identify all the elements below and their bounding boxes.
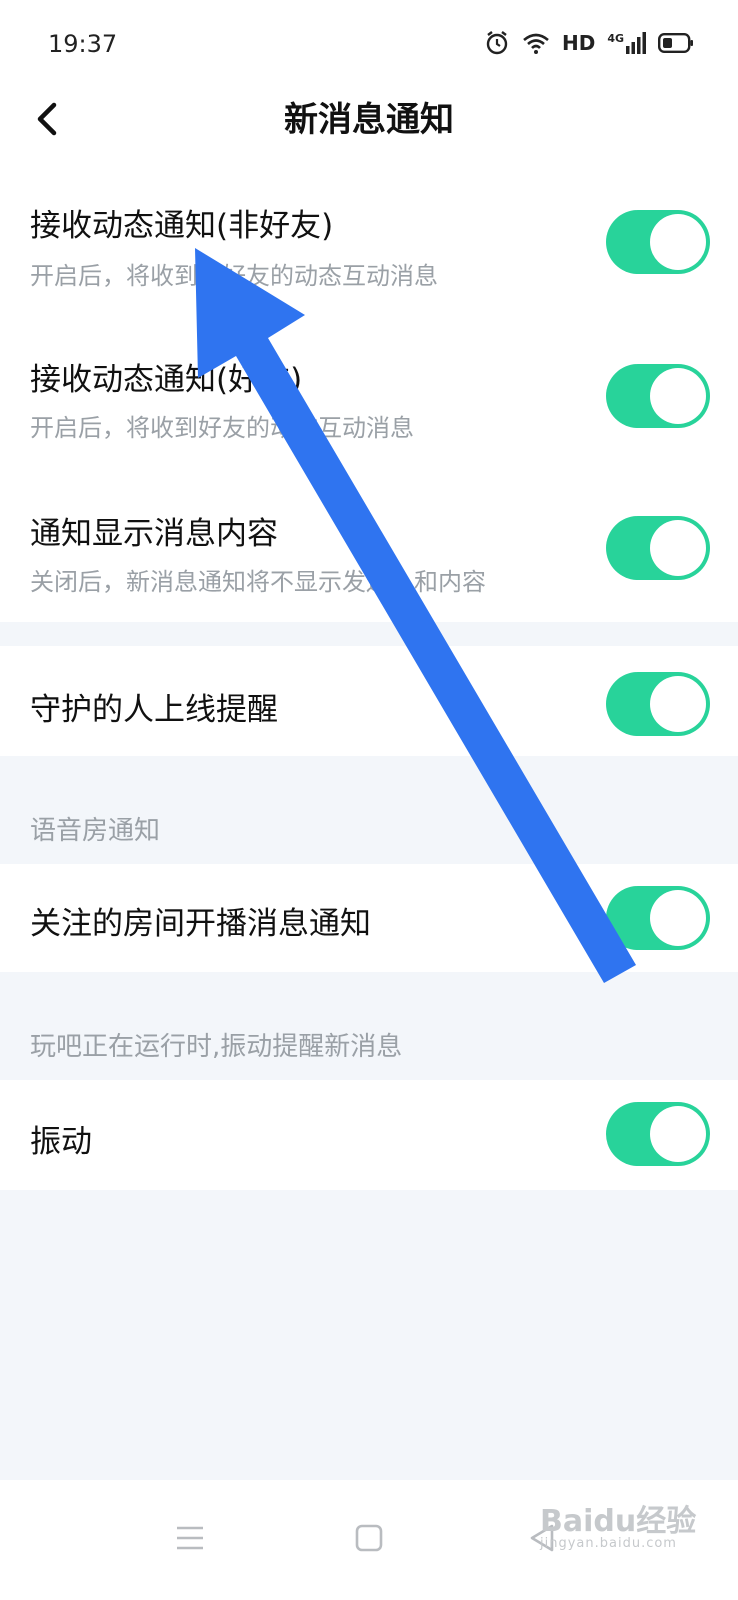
setting-title: 振动 — [30, 1124, 92, 1160]
system-nav-bar: Baidu经验 jingyan.baidu.com — [0, 1480, 738, 1600]
network-type: 4G — [607, 32, 624, 45]
show-content-toggle[interactable] — [606, 516, 710, 580]
home-button[interactable] — [339, 1508, 399, 1568]
dynamic-notification-section: 接收动态通知(非好友) 开启后，将收到非好友的动态互动消息 接收动态通知(好友)… — [0, 170, 738, 622]
nonfriend-dynamic-toggle[interactable] — [606, 210, 710, 274]
toggle-knob — [650, 520, 706, 576]
status-icons: HD 4G — [484, 28, 694, 58]
toggle-knob — [650, 890, 706, 946]
setting-title: 接收动态通知(好友) — [30, 362, 303, 398]
setting-title: 守护的人上线提醒 — [30, 692, 278, 728]
alarm-icon — [484, 30, 510, 56]
guardian-online-toggle[interactable] — [606, 672, 710, 736]
status-time: 19:37 — [48, 30, 118, 58]
status-bar: 19:37 HD 4G — [0, 0, 738, 90]
signal-icon: 4G — [607, 32, 646, 54]
toggle-knob — [650, 214, 706, 270]
hd-indicator: HD — [561, 31, 596, 55]
voice-room-section: 关注的房间开播消息通知 — [0, 864, 738, 972]
setting-subtitle: 开启后，将收到非好友的动态互动消息 — [30, 262, 438, 290]
toggle-knob — [650, 676, 706, 732]
vibration-group-label: 玩吧正在运行时,振动提醒新消息 — [30, 1032, 403, 1062]
setting-title: 通知显示消息内容 — [30, 516, 278, 552]
voice-room-group-label: 语音房通知 — [30, 816, 161, 846]
setting-row-show-content: 通知显示消息内容 关闭后，新消息通知将不显示发送人和内容 — [0, 470, 738, 622]
guardian-section: 守护的人上线提醒 — [0, 646, 738, 756]
followed-room-live-toggle[interactable] — [606, 886, 710, 950]
friend-dynamic-toggle[interactable] — [606, 364, 710, 428]
battery-icon — [658, 33, 694, 53]
setting-row-friend-dynamic: 接收动态通知(好友) 开启后，将收到好友的动态互动消息 — [0, 320, 738, 470]
menu-button[interactable] — [160, 1508, 220, 1568]
page-header: 新消息通知 — [0, 90, 738, 170]
toggle-knob — [650, 1106, 706, 1162]
watermark-text: Baidu经验 — [540, 1504, 697, 1539]
setting-subtitle: 关闭后，新消息通知将不显示发送人和内容 — [30, 568, 486, 596]
setting-title: 关注的房间开播消息通知 — [30, 906, 371, 942]
setting-row-nonfriend-dynamic: 接收动态通知(非好友) 开启后，将收到非好友的动态互动消息 — [0, 170, 738, 320]
home-square-icon — [355, 1524, 383, 1552]
setting-subtitle: 开启后，将收到好友的动态互动消息 — [30, 414, 414, 442]
baidu-watermark: Baidu经验 jingyan.baidu.com — [540, 1496, 696, 1551]
page-title: 新消息通知 — [284, 100, 454, 140]
toggle-knob — [650, 368, 706, 424]
vibration-section: 振动 — [0, 1080, 738, 1190]
setting-title: 接收动态通知(非好友) — [30, 208, 334, 244]
menu-icon — [177, 1526, 203, 1550]
wifi-icon — [522, 31, 550, 55]
vibration-toggle[interactable] — [606, 1102, 710, 1166]
watermark-sub: jingyan.baidu.com — [540, 1536, 677, 1551]
